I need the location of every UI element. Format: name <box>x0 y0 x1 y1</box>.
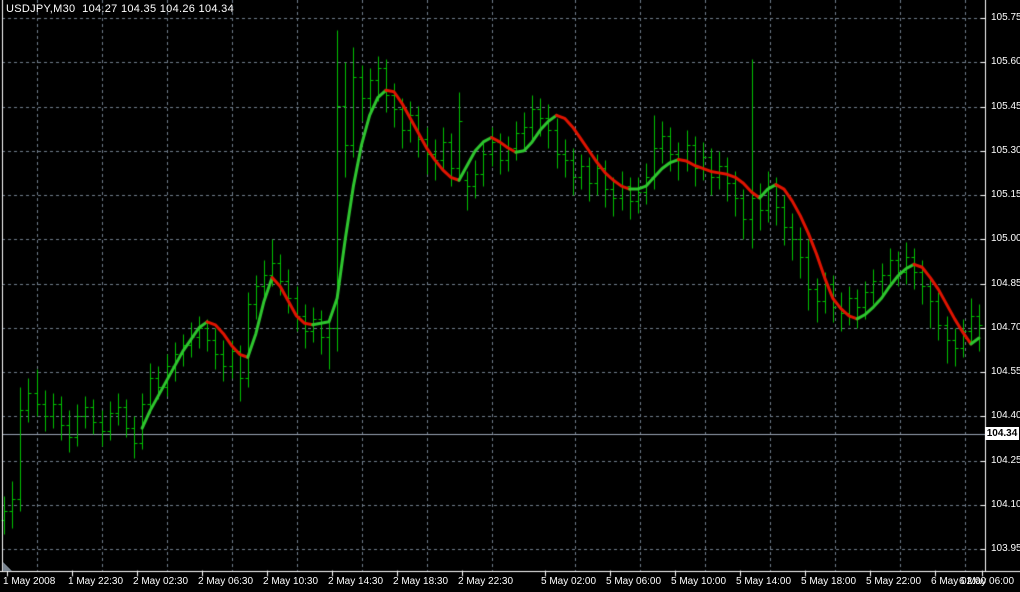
price-axis-label: 104.40 <box>991 410 1020 422</box>
time-axis-label: 5 May 18:00 <box>801 576 856 587</box>
time-axis-label: 2 May 06:30 <box>198 576 253 587</box>
time-axis-label: 2 May 02:30 <box>133 576 188 587</box>
chart-quote-ohlc: USDJPY,M30 104.27 104.35 104.26 104.34 <box>6 3 234 15</box>
price-axis-label: 105.60 <box>991 56 1020 68</box>
price-axis-label: 105.30 <box>991 145 1020 157</box>
price-axis-label: 105.15 <box>991 189 1020 201</box>
time-axis-label: 5 May 22:00 <box>866 576 921 587</box>
time-axis-label: 1 May 22:30 <box>68 576 123 587</box>
time-axis-label: 6 May 06:00 <box>959 576 1014 587</box>
price-axis-label: 104.55 <box>991 366 1020 378</box>
current-price-tag: 104.34 <box>985 427 1019 440</box>
price-axis-label: 105.00 <box>991 233 1020 245</box>
time-axis-label: 2 May 18:30 <box>393 576 448 587</box>
time-axis-label: 1 May 2008 <box>3 576 55 587</box>
price-axis-label: 105.45 <box>991 101 1020 113</box>
price-axis-label: 104.85 <box>991 278 1020 290</box>
price-axis-label: 104.70 <box>991 322 1020 334</box>
price-axis-label: 104.25 <box>991 455 1020 467</box>
time-axis-label: 5 May 10:00 <box>671 576 726 587</box>
time-axis-label: 2 May 10:30 <box>263 576 318 587</box>
time-axis-label: 5 May 14:00 <box>736 576 791 587</box>
price-axis-label: 103.95 <box>991 543 1020 555</box>
chart-begin-marker-icon <box>3 562 13 572</box>
price-chart-canvas[interactable] <box>0 0 1020 592</box>
mt4-chart-window: USDJPY,M30 104.27 104.35 104.26 104.34 1… <box>0 0 1020 592</box>
price-axis-label: 105.75 <box>991 12 1020 24</box>
time-axis-label: 5 May 02:00 <box>541 576 596 587</box>
price-axis-label: 104.10 <box>991 499 1020 511</box>
time-axis-label: 2 May 22:30 <box>458 576 513 587</box>
time-axis-label: 5 May 06:00 <box>606 576 661 587</box>
time-axis-label: 2 May 14:30 <box>328 576 383 587</box>
